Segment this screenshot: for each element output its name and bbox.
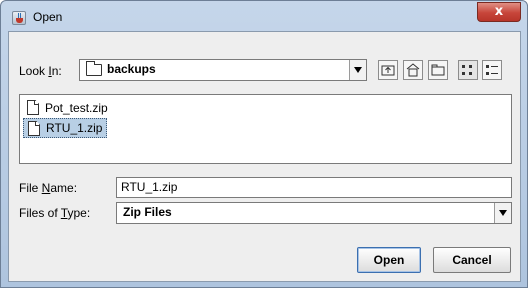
file-icon — [27, 100, 39, 115]
up-folder-icon — [381, 65, 395, 76]
up-one-level-button[interactable] — [378, 60, 398, 80]
open-button[interactable]: Open — [357, 247, 421, 273]
java-app-icon — [12, 11, 26, 25]
title-bar[interactable]: Open x — [1, 1, 527, 31]
file-list[interactable]: Pot_test.zip RTU_1.zip — [19, 94, 512, 164]
file-name-field[interactable]: RTU_1.zip — [116, 177, 512, 198]
dialog-content: Look In: backups Pot_test.zip RTU_1.zip … — [8, 31, 521, 282]
chevron-down-icon — [354, 67, 362, 73]
list-item[interactable]: Pot_test.zip — [23, 98, 108, 118]
home-button[interactable] — [403, 60, 423, 80]
open-dialog-window: Open x Look In: backups Pot_test.zip RTU… — [0, 0, 528, 288]
cancel-button[interactable]: Cancel — [433, 247, 511, 273]
close-icon: x — [494, 4, 504, 19]
file-name: Pot_test.zip — [45, 101, 108, 115]
details-view-icon — [486, 65, 498, 75]
dialog-title: Open — [33, 10, 63, 24]
new-folder-icon — [431, 64, 445, 76]
file-icon — [28, 121, 40, 136]
folder-icon — [86, 61, 102, 76]
look-in-combo[interactable]: backups — [79, 59, 367, 81]
new-folder-button[interactable] — [428, 60, 448, 80]
file-type-label: Files of Type: — [19, 206, 91, 220]
list-view-icon — [462, 65, 472, 75]
file-name-label: File Name: — [19, 181, 78, 195]
look-in-value: backups — [107, 62, 156, 76]
list-item-selected[interactable]: RTU_1.zip — [23, 118, 108, 138]
close-button[interactable]: x — [477, 2, 521, 22]
list-view-button[interactable] — [458, 60, 478, 80]
look-in-dropdown-arrow[interactable] — [349, 60, 366, 80]
details-view-button[interactable] — [482, 60, 502, 80]
file-name: RTU_1.zip — [46, 121, 103, 135]
file-type-value: Zip Files — [123, 205, 172, 219]
look-in-label: Look In: — [19, 64, 62, 78]
chevron-down-icon — [499, 210, 507, 216]
file-type-combo[interactable]: Zip Files — [116, 202, 512, 224]
file-type-dropdown-arrow[interactable] — [494, 203, 511, 223]
home-icon — [406, 63, 420, 77]
